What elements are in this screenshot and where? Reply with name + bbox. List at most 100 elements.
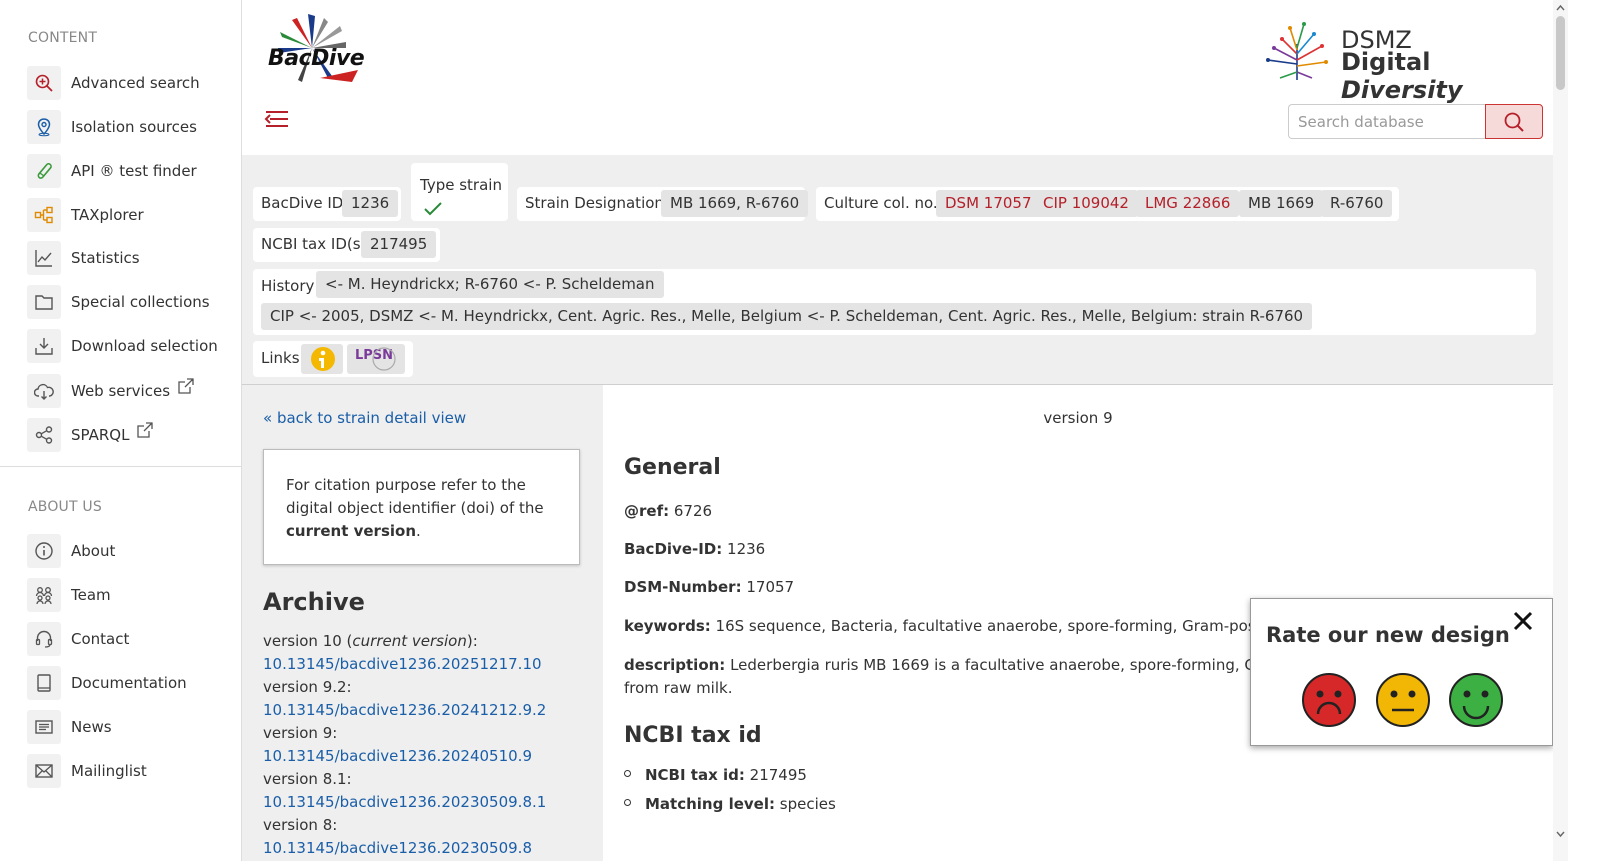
test-tube-icon	[27, 154, 61, 188]
archive-entry: version 9.2: 10.13145/bacdive1236.202412…	[263, 676, 593, 722]
sidebar: CONTENT Advanced search Isolation source…	[0, 0, 242, 861]
sidebar-item-api-test-finder[interactable]: API ® test finder	[27, 154, 197, 188]
field-label: NCBI tax id:	[645, 766, 745, 784]
menu-collapse-button[interactable]	[264, 108, 290, 132]
archive-version: version 8:	[263, 816, 338, 834]
field-dsm-number: DSM-Number: 17057	[624, 578, 794, 596]
sad-face-icon[interactable]	[1301, 672, 1357, 728]
sidebar-item-web-services[interactable]: Web services	[27, 374, 194, 408]
sidebar-item-label: Isolation sources	[71, 118, 197, 136]
sidebar-item-documentation[interactable]: Documentation	[27, 666, 187, 700]
share-nodes-icon	[27, 418, 61, 452]
content-section-title: CONTENT	[28, 30, 98, 46]
citation-note: For citation purpose refer to the digita…	[263, 449, 580, 565]
archive-entry: version 9: 10.13145/bacdive1236.20240510…	[263, 722, 593, 768]
strain-designation-card: Strain Designation MB 1669, R-6760	[517, 187, 809, 221]
sidebar-item-team[interactable]: Team	[27, 578, 111, 612]
sidebar-item-taxplorer[interactable]: TAXplorer	[27, 198, 144, 232]
field-description-cont: from raw milk.	[624, 679, 733, 697]
search-plus-icon	[27, 66, 61, 100]
history-label: History	[261, 277, 315, 295]
rating-title: Rate our new design	[1266, 623, 1510, 647]
field-label: description:	[624, 656, 726, 674]
link-info-button[interactable]	[301, 344, 343, 374]
version-label: version 9	[1043, 409, 1113, 427]
archive-doi-link[interactable]: 10.13145/bacdive1236.20230509.8.1	[263, 791, 593, 814]
field-label: keywords:	[624, 617, 711, 635]
checkmark-icon	[424, 202, 442, 216]
archive-entry: version 8.1: 10.13145/bacdive1236.202305…	[263, 768, 593, 814]
link-lpsn-button[interactable]: LPSN	[347, 344, 405, 374]
happy-face-icon[interactable]	[1448, 672, 1504, 728]
sidebar-item-label: Web services	[71, 382, 171, 400]
scroll-down-icon[interactable]	[1555, 829, 1566, 839]
external-link-icon	[137, 422, 154, 438]
mail-icon	[27, 754, 61, 788]
culture-number-r: R-6760	[1321, 190, 1393, 217]
archive-doi-link[interactable]: 10.13145/bacdive1236.20240510.9	[263, 745, 593, 768]
scroll-up-icon[interactable]	[1555, 3, 1566, 13]
field-ref: @ref: 6726	[624, 502, 712, 520]
general-heading: General	[624, 455, 721, 480]
strain-info-band: BacDive ID 1236 Type strain Strain Desig…	[242, 155, 1553, 385]
line-chart-icon	[27, 241, 61, 275]
search-button[interactable]	[1485, 104, 1543, 139]
sidebar-item-download-selection[interactable]: Download selection	[27, 329, 218, 363]
sidebar-item-contact[interactable]: Contact	[27, 622, 129, 656]
list-item-matching-level: Matching level: species	[624, 795, 836, 813]
archive-doi-link[interactable]: 10.13145/bacdive1236.20251217.10	[263, 653, 593, 676]
culture-collection-label: Culture col. no.	[824, 194, 938, 212]
search-icon	[1504, 112, 1524, 132]
page-scrollbar[interactable]	[1553, 0, 1568, 861]
external-link-icon	[178, 378, 194, 394]
type-strain-card: Type strain	[411, 163, 508, 221]
archive-doi-link[interactable]: 10.13145/bacdive1236.20230509.8	[263, 837, 593, 860]
field-description: description: Lederbergia ruris MB 1669 i…	[624, 656, 1301, 674]
folder-icon	[27, 285, 61, 319]
headset-icon	[27, 622, 61, 656]
sidebar-item-news[interactable]: News	[27, 710, 112, 744]
sidebar-item-about[interactable]: About	[27, 534, 115, 568]
ncbi-tax-chip: 217495	[361, 231, 437, 258]
sidebar-divider	[0, 466, 241, 467]
culture-link-cip[interactable]: CIP 109042	[1034, 190, 1138, 217]
bacdive-id-card: BacDive ID 1236	[253, 187, 401, 221]
sidebar-item-advanced-search[interactable]: Advanced search	[27, 66, 200, 100]
archive-doi-link[interactable]: 10.13145/bacdive1236.20241212.9.2	[263, 699, 593, 722]
culture-link-dsm[interactable]: DSM 17057	[936, 190, 1041, 217]
sidebar-item-label: Team	[71, 586, 111, 604]
bacdive-id-label: BacDive ID	[261, 194, 344, 212]
dsmz-logo[interactable]	[1262, 14, 1332, 84]
sidebar-item-statistics[interactable]: Statistics	[27, 241, 140, 275]
field-value: 16S sequence, Bacteria, facultative anae…	[715, 617, 1293, 635]
sidebar-item-isolation-sources[interactable]: Isolation sources	[27, 110, 197, 144]
team-icon	[27, 578, 61, 612]
sidebar-item-special-collections[interactable]: Special collections	[27, 285, 210, 319]
back-to-strain-link[interactable]: « back to strain detail view	[263, 409, 466, 427]
sidebar-item-label: Mailinglist	[71, 762, 147, 780]
close-icon[interactable]	[1511, 609, 1535, 633]
archive-list: version 10 (current version): 10.13145/b…	[263, 630, 593, 860]
citation-period: .	[416, 522, 421, 540]
field-keywords: keywords: 16S sequence, Bacteria, facult…	[624, 617, 1293, 635]
sidebar-item-label: Advanced search	[71, 74, 200, 92]
sidebar-item-label: SPARQL	[71, 426, 130, 444]
archive-title: Archive	[263, 588, 365, 616]
type-strain-label: Type strain	[420, 176, 502, 194]
dsmz-tagline: Digital Diversity	[1341, 48, 1553, 104]
archive-column: « back to strain detail view For citatio…	[242, 385, 603, 861]
scrollbar-thumb[interactable]	[1556, 16, 1565, 90]
list-item-ncbi-tax: NCBI tax id: 217495	[624, 766, 807, 784]
dsmz-tagline-diversity: Diversity	[1341, 76, 1463, 104]
search-input[interactable]	[1288, 104, 1486, 139]
sidebar-item-mailinglist[interactable]: Mailinglist	[27, 754, 147, 788]
map-pin-icon	[27, 110, 61, 144]
sidebar-item-label: Statistics	[71, 249, 140, 267]
culture-link-lmg[interactable]: LMG 22866	[1136, 190, 1240, 217]
sidebar-item-sparql[interactable]: SPARQL	[27, 418, 154, 452]
archive-current-tag: current version	[352, 632, 467, 650]
field-label: DSM-Number:	[624, 578, 742, 596]
neutral-face-icon[interactable]	[1375, 672, 1431, 728]
archive-version: version 9.2:	[263, 678, 352, 696]
header: BacDive DSMZ Digital Diversity Search da…	[242, 0, 1553, 155]
